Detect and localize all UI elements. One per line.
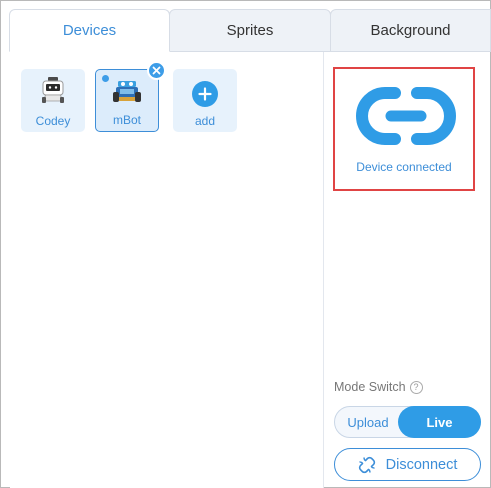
mode-switch-text: Mode Switch [334, 380, 406, 394]
connection-status-box: Device connected [333, 67, 475, 191]
device-label-codey: Codey [35, 114, 71, 128]
device-card-codey[interactable]: Codey [21, 69, 85, 132]
broken-link-icon [358, 456, 375, 473]
help-question-icon[interactable]: ? [409, 380, 423, 394]
tab-background[interactable]: Background [330, 9, 491, 52]
tab-devices[interactable]: Devices [9, 9, 170, 52]
codey-robot-icon [42, 77, 64, 103]
disconnect-button[interactable]: Disconnect [334, 448, 481, 481]
add-device-label: add [194, 114, 216, 128]
disconnect-label: Disconnect [385, 456, 458, 473]
mode-switch-label: Mode Switch ? [334, 380, 423, 394]
panel-divider [323, 52, 324, 488]
mode-upload-option[interactable]: Upload [335, 407, 401, 437]
add-device-button[interactable]: add [173, 69, 237, 132]
device-list: Codey mBot add [10, 52, 323, 488]
plus-icon [192, 81, 218, 107]
remove-device-close-icon[interactable] [147, 61, 166, 80]
connection-status-text: Device connected [356, 160, 452, 174]
device-panel-window: Devices Sprites Background Codey mBot ad… [0, 0, 491, 488]
mbot-robot-icon [113, 81, 141, 102]
mode-switch-toggle[interactable]: Upload Live [334, 406, 481, 438]
device-card-mbot[interactable]: mBot [95, 61, 166, 132]
tab-sprites[interactable]: Sprites [169, 9, 331, 52]
mode-live-option[interactable]: Live [398, 406, 481, 438]
device-label-mbot: mBot [112, 113, 141, 127]
tab-bar: Devices Sprites Background [9, 9, 491, 52]
link-icon [356, 87, 456, 145]
selected-dot-indicator [102, 75, 109, 82]
